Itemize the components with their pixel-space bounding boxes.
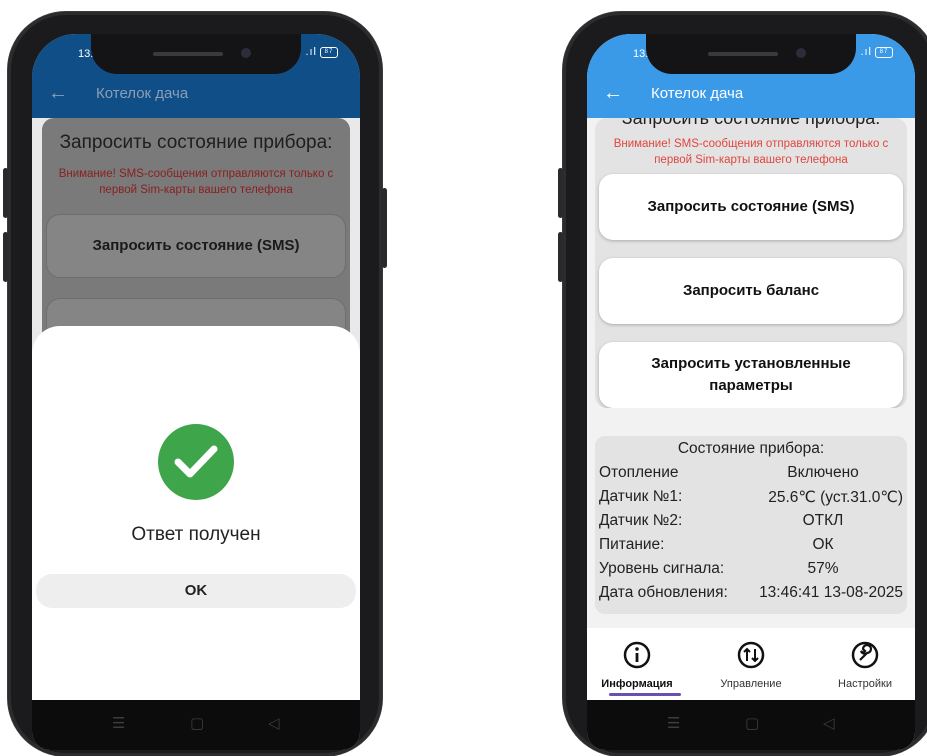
app-bar: ← Котелок дача [32, 72, 360, 118]
status-key: Уровень сигнала: [599, 560, 725, 577]
request-params-button[interactable]: Запросить установленные параметры [599, 342, 903, 408]
response-dialog: Ответ получен OK [32, 326, 360, 700]
status-value: ОТКЛ [802, 512, 844, 529]
volume-button [3, 168, 8, 218]
card-title: Запросить состояние прибора: [59, 132, 333, 153]
request-card: Запросить состояние прибора: Внимание! S… [595, 118, 907, 408]
wrench-icon [851, 641, 879, 669]
bottom-tab-bar: Информация Управление Настройки [587, 628, 915, 700]
status-value: 25.6℃ (уст.31.0℃) [768, 489, 903, 506]
back-arrow-icon[interactable]: ← [603, 82, 623, 105]
menu-nav-icon[interactable]: ☰ [667, 714, 680, 732]
left-phone: 13:46 .ıl .ıl87 ← Котелок дача Запросить… [3, 12, 387, 756]
status-value: Включено [787, 464, 859, 481]
home-nav-icon[interactable]: ▢ [190, 714, 204, 732]
power-button [382, 188, 387, 268]
app-title: Котелок дача [651, 85, 744, 102]
request-status-button[interactable]: Запросить состояние (SMS) [599, 174, 903, 240]
sms-warning: Внимание! SMS-сообщения отправляются тол… [613, 138, 889, 166]
menu-nav-icon[interactable]: ☰ [112, 714, 125, 732]
notch [91, 34, 301, 74]
back-arrow-icon[interactable]: ← [48, 82, 68, 105]
device-status-panel: Состояние прибора: Отопление Включено Да… [595, 436, 907, 614]
status-key: Отопление [599, 464, 679, 481]
app-title: Котелок дача [96, 85, 189, 102]
app-bar: ← Котелок дача [587, 72, 915, 118]
home-nav-icon[interactable]: ▢ [745, 714, 759, 732]
tab-label: Настройки [838, 678, 892, 690]
right-screen: 13:47 .ıl .ıl87 ← Котелок дача Запросить… [587, 34, 915, 750]
tab-label: Управление [720, 678, 782, 690]
system-nav-bar: ☰ ▢ ◁ [32, 700, 360, 750]
status-value: 57% [807, 560, 839, 577]
status-row-sensor1: Датчик №1: 25.6℃ (уст.31.0℃) [599, 488, 903, 510]
status-row-sensor2: Датчик №2: ОТКЛ [599, 512, 903, 534]
status-key: Дата обновления: [599, 584, 728, 601]
status-key: Питание: [599, 536, 665, 553]
info-icon [623, 641, 651, 669]
back-nav-icon[interactable]: ◁ [823, 714, 835, 732]
success-check-icon [158, 424, 234, 500]
volume-button [558, 232, 563, 282]
arrows-updown-icon [737, 641, 765, 669]
request-status-button[interactable]: Запросить состояние (SMS) [46, 214, 346, 278]
active-tab-indicator [609, 693, 681, 696]
battery-icon: 87 [320, 46, 338, 58]
scroll-content[interactable]: Запросить состояние прибора: Внимание! S… [587, 118, 915, 700]
status-key: Датчик №2: [599, 512, 683, 529]
system-nav-bar: ☰ ▢ ◁ [587, 700, 915, 750]
volume-button [558, 168, 563, 218]
tab-control[interactable]: Управление [701, 628, 801, 700]
tab-settings[interactable]: Настройки [815, 628, 915, 700]
request-balance-button[interactable]: Запросить баланс [599, 258, 903, 324]
card-title: Запросить состояние прибора: [621, 118, 881, 128]
status-value: 13:46:41 13-08-2025 [759, 584, 903, 601]
status-value: ОК [812, 536, 834, 553]
notch [646, 34, 856, 74]
status-row-power: Питание: ОК [599, 536, 903, 558]
volume-button [3, 232, 8, 282]
left-screen: 13:46 .ıl .ıl87 ← Котелок дача Запросить… [32, 34, 360, 750]
sms-warning: Внимание! SMS-сообщения отправляются тол… [58, 168, 334, 196]
dialog-message: Ответ получен [131, 524, 261, 545]
tab-info[interactable]: Информация [587, 628, 687, 700]
tab-label: Информация [601, 678, 673, 690]
status-row-updated: Дата обновления: 13:46:41 13-08-2025 [599, 584, 903, 606]
right-phone: 13:47 .ıl .ıl87 ← Котелок дача Запросить… [558, 12, 927, 756]
status-header: Состояние прибора: [677, 440, 825, 457]
back-nav-icon[interactable]: ◁ [268, 714, 280, 732]
battery-icon: 87 [875, 46, 893, 58]
status-row-heating: Отопление Включено [599, 464, 903, 486]
ok-button[interactable]: OK [36, 574, 356, 608]
status-key: Датчик №1: [599, 488, 683, 505]
status-row-signal: Уровень сигнала: 57% [599, 560, 903, 582]
